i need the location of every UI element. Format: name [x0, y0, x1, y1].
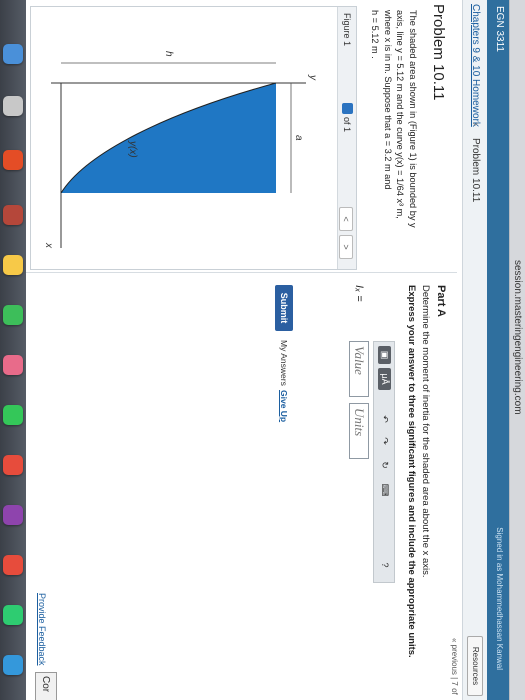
answer-toolbar: ▣ μÅ ↶ ↷ ↻ ⌨ ? — [373, 341, 395, 583]
app-store-icon[interactable] — [3, 655, 23, 675]
part-title: Part A — [435, 285, 447, 317]
my-answers-link[interactable]: My Answers — [279, 340, 289, 386]
figure-header: Figure 1 of 1 < > — [337, 7, 356, 269]
provide-feedback-link[interactable]: Provide Feedback — [37, 593, 47, 666]
browser-tab-strip: session.masteringengineering.com — [509, 0, 525, 700]
submit-button[interactable]: Submit — [275, 285, 293, 331]
figure-prev-button[interactable]: < — [339, 207, 353, 231]
figure-next-button[interactable]: > — [339, 235, 353, 259]
browser-window: session.masteringengineering.com EGN 331… — [26, 0, 525, 700]
facetime-icon[interactable] — [3, 405, 23, 425]
breadcrumb-current: Problem 10.11 — [470, 138, 481, 203]
column-divider — [26, 272, 457, 273]
launchpad-icon[interactable] — [3, 96, 23, 116]
value-input[interactable] — [349, 341, 369, 397]
app-icon[interactable] — [3, 150, 23, 170]
url-bar[interactable]: session.masteringengineering.com — [512, 260, 523, 415]
macos-dock — [0, 0, 26, 700]
notes-icon[interactable] — [3, 255, 23, 275]
app-icon[interactable] — [3, 605, 23, 625]
answer-area: ▣ μÅ ↶ ↷ ↻ ⌨ ? Iₓ = — [305, 285, 395, 645]
figure-index-badge — [342, 103, 353, 114]
page-title: Problem 10.11 — [430, 4, 447, 101]
music-icon[interactable] — [3, 455, 23, 475]
breadcrumb-separator: › — [469, 122, 483, 126]
signed-in-user: Signed in as Mohammedhassan Kanwal — [495, 527, 504, 670]
undo-icon[interactable]: ↶ — [378, 412, 391, 426]
a-label: a — [293, 135, 304, 141]
podcasts-icon[interactable] — [3, 505, 23, 525]
curve-label: y(x) — [127, 140, 138, 158]
finder-icon[interactable] — [3, 44, 23, 64]
shaded-area — [61, 83, 276, 193]
y-axis-label: y — [307, 74, 318, 81]
figure-label: Figure 1 — [342, 13, 352, 47]
answer-label: Iₓ = — [353, 285, 365, 302]
help-icon[interactable]: ? — [378, 558, 391, 572]
photos-icon[interactable] — [3, 355, 23, 375]
keyboard-icon[interactable]: ⌨ — [378, 482, 391, 498]
redo-icon[interactable]: ↷ — [378, 434, 391, 448]
resources-button[interactable]: Resources — [467, 636, 483, 696]
units-input[interactable] — [349, 403, 369, 459]
app-icon[interactable] — [3, 555, 23, 575]
calendar-icon[interactable] — [3, 205, 23, 225]
units-icon[interactable]: μÅ — [378, 368, 391, 390]
part-instruction: Express your answer to three significant… — [406, 285, 417, 658]
statement-line: axis, line y = 5.12 m and the curve y(x)… — [395, 10, 406, 219]
x-axis-label: x — [43, 242, 54, 249]
part-question: Determine the moment of inertia for the … — [420, 285, 431, 578]
figure-panel: Figure 1 of 1 < > y x h a y(x) — [30, 6, 357, 270]
reset-icon[interactable]: ↻ — [378, 458, 391, 472]
continue-button[interactable]: Cor — [35, 672, 57, 700]
messages-icon[interactable] — [3, 305, 23, 325]
statement-line: where x is in m. Suppose that a = 3.2 m … — [383, 10, 393, 190]
figure-diagram: y x h a y(x) — [43, 51, 318, 249]
templates-icon[interactable]: ▣ — [378, 346, 391, 364]
navigation-row: Chapters 9 & 10 Homework › Problem 10.11… — [462, 0, 487, 700]
give-up-link[interactable]: Give Up — [279, 390, 289, 422]
problem-statement: The shaded area shown in (Figure 1) is b… — [369, 10, 419, 262]
web-page: session.masteringengineering.com EGN 331… — [26, 0, 525, 700]
course-code[interactable]: EGN 3311 — [494, 6, 505, 52]
breadcrumb-assignment-link[interactable]: Chapters 9 & 10 Homework — [470, 4, 481, 127]
statement-line: h = 5.12 m . — [370, 10, 381, 59]
statement-line: The shaded area shown in (Figure 1) is b… — [408, 10, 418, 228]
h-label: h — [163, 51, 174, 57]
problem-pager[interactable]: « previous | 7 of — [450, 638, 459, 695]
figure-count: of 1 — [342, 117, 352, 133]
course-header: EGN 3311 Signed in as Mohammedhassan Kan… — [487, 0, 509, 700]
